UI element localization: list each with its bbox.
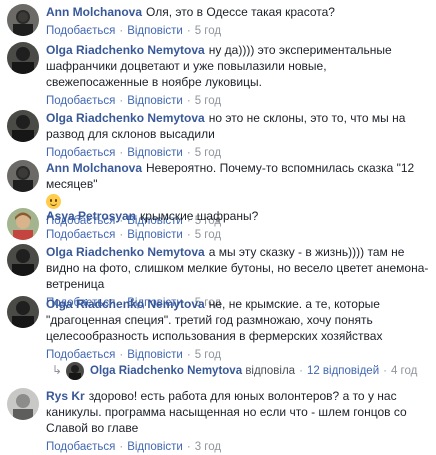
comment-author[interactable]: Olga Riadchenko Nemytova bbox=[46, 245, 205, 259]
view-replies-link[interactable]: 12 відповідей bbox=[307, 365, 379, 377]
comment-author[interactable]: Olga Riadchenko Nemytova bbox=[46, 111, 205, 125]
avatar[interactable] bbox=[7, 160, 39, 192]
comment-text: Rys Kr здорово! есть работа для юных воло… bbox=[46, 388, 430, 436]
comment-actions: Подобається · Відповісти · 5 год bbox=[46, 25, 222, 37]
like-button[interactable]: Подобається bbox=[46, 95, 115, 107]
like-button[interactable]: Подобається bbox=[46, 441, 115, 453]
reply-arrow-icon: ↳ bbox=[52, 363, 63, 378]
comment-author[interactable]: Olga Riadchenko Nemytova bbox=[46, 43, 205, 57]
reply-button[interactable]: Відповісти bbox=[127, 441, 183, 453]
comment-actions: Подобається · Відповісти · 5 год bbox=[46, 95, 222, 107]
comment-author[interactable]: Olga Riadchenko Nemytova bbox=[46, 297, 205, 311]
avatar[interactable] bbox=[7, 296, 39, 328]
comment-timestamp[interactable]: 5 год bbox=[195, 25, 221, 37]
avatar[interactable] bbox=[7, 208, 39, 240]
avatar[interactable] bbox=[7, 244, 39, 276]
comment-text: Olga Riadchenko Nemytova но это не склоны… bbox=[46, 110, 430, 142]
comment-text: Olga Riadchenko Nemytova не, не крымские.… bbox=[46, 296, 430, 344]
comment-author[interactable]: Ann Molchanova bbox=[46, 5, 142, 19]
comment-text: Asya Petrosyan крымские шафраны? bbox=[46, 208, 430, 224]
replies-summary[interactable]: ↳ Olga Riadchenko Nemytova відповіла · 12 в… bbox=[52, 362, 417, 382]
smile-emoji-icon bbox=[46, 194, 61, 209]
comment-actions: Подобається · Відповісти · 5 год bbox=[46, 147, 222, 159]
avatar[interactable] bbox=[7, 110, 39, 142]
reply-timestamp: 4 год bbox=[390, 365, 418, 378]
comment-author[interactable]: Ann Molchanova bbox=[46, 161, 142, 175]
like-button[interactable]: Подобається bbox=[46, 25, 115, 37]
comment-actions: Подобається · Відповісти · 5 год bbox=[46, 229, 222, 241]
comment-text: Ann Molchanova Оля, это в Одессе такая кр… bbox=[46, 4, 430, 20]
comment-author[interactable]: Asya Petrosyan bbox=[46, 209, 136, 223]
comment-actions: Подобається · Відповісти · 3 год bbox=[46, 441, 222, 453]
comment-timestamp[interactable]: 5 год bbox=[195, 349, 221, 361]
like-button[interactable]: Подобається bbox=[46, 349, 115, 361]
comment-actions: Подобається · Відповісти · 5 год bbox=[46, 349, 222, 361]
like-button[interactable]: Подобається bbox=[46, 229, 115, 241]
reply-button[interactable]: Відповісти bbox=[127, 95, 183, 107]
reply-button[interactable]: Відповісти bbox=[127, 229, 183, 241]
avatar[interactable] bbox=[7, 42, 39, 74]
reply-author[interactable]: Olga Riadchenko Nemytova bbox=[90, 365, 242, 377]
comment-author[interactable]: Rys Kr bbox=[46, 389, 85, 403]
comment-timestamp[interactable]: 5 год bbox=[195, 95, 221, 107]
comment-timestamp[interactable]: 3 год bbox=[195, 441, 221, 453]
comment-text: Olga Riadchenko Nemytova ну да)))) это эк… bbox=[46, 42, 430, 90]
reply-verb: відповіла bbox=[245, 365, 296, 378]
comment-message: крымские шафраны? bbox=[140, 209, 259, 223]
avatar[interactable] bbox=[7, 4, 39, 36]
comment-message: здорово! есть работа для юных волонтеров… bbox=[46, 389, 407, 435]
avatar[interactable] bbox=[7, 388, 39, 420]
comment-text: Ann Molchanova Невероятно. Почему-то вспо… bbox=[46, 160, 430, 210]
reply-button[interactable]: Відповісти bbox=[127, 349, 183, 361]
comment-message: Оля, это в Одессе такая красота? bbox=[146, 5, 335, 19]
comment-timestamp[interactable]: 5 год bbox=[195, 147, 221, 159]
reply-button[interactable]: Відповісти bbox=[127, 147, 183, 159]
avatar bbox=[66, 362, 84, 380]
comment-text: Olga Riadchenko Nemytova а мы эту сказку … bbox=[46, 244, 430, 292]
reply-button[interactable]: Відповісти bbox=[127, 25, 183, 37]
like-button[interactable]: Подобається bbox=[46, 147, 115, 159]
comment-timestamp[interactable]: 5 год bbox=[195, 229, 221, 241]
